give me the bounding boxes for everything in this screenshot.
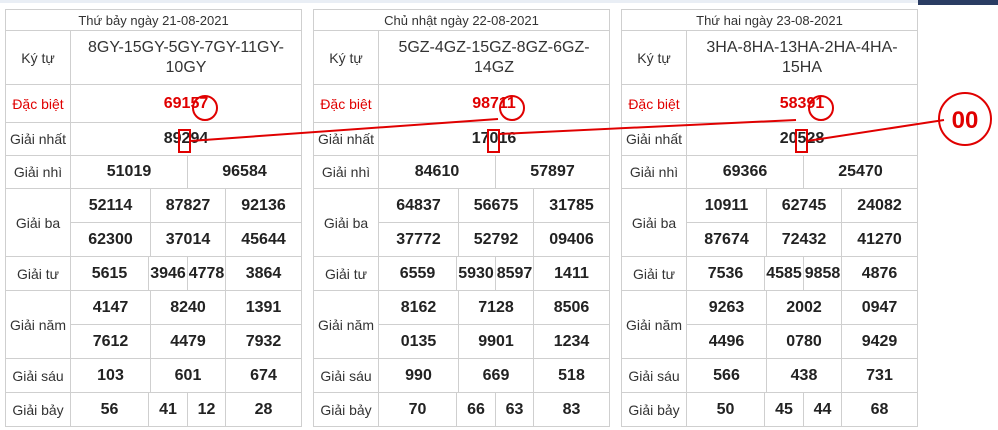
connector-line	[806, 119, 945, 142]
annotation-overlay: 00	[178, 92, 992, 153]
special-tail-circle	[192, 95, 218, 121]
first-prize-digit-box	[487, 129, 500, 153]
connector-line	[498, 119, 797, 135]
first-prize-digit-box	[178, 129, 191, 153]
result-label: 00	[952, 107, 979, 134]
special-tail-circle	[808, 95, 834, 121]
connector-line	[189, 118, 499, 142]
first-prize-digit-box	[795, 129, 808, 153]
special-tail-circle	[499, 95, 525, 121]
